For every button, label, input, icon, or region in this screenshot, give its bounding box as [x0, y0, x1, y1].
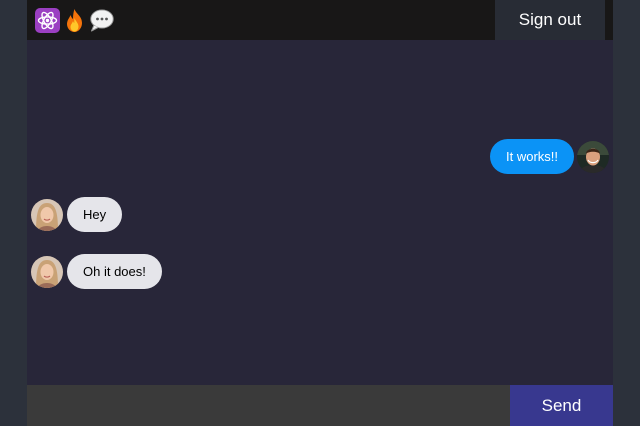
message-bubble: Hey: [67, 197, 123, 232]
message-input[interactable]: [27, 385, 510, 426]
message-list: It works!! Hey Oh it does!: [27, 40, 613, 385]
sign-out-button[interactable]: Sign out: [495, 0, 605, 40]
message-received: Oh it does!: [31, 254, 162, 289]
message-received: Hey: [31, 197, 123, 232]
send-button[interactable]: Send: [510, 385, 613, 426]
male-user-avatar: [577, 140, 609, 173]
atom-icon: [35, 7, 60, 33]
message-bubble: Oh it does!: [67, 254, 162, 289]
chat-app: Sign out It works!! Hey Oh it does! Send: [27, 0, 613, 426]
female-user-avatar: [31, 255, 63, 288]
app-logo: [35, 6, 114, 34]
message-sent: It works!!: [489, 139, 609, 174]
speech-bubble-icon: [90, 9, 114, 31]
app-header: Sign out: [27, 0, 613, 40]
female-user-avatar: [31, 198, 63, 231]
message-bubble: It works!!: [489, 139, 574, 174]
message-composer: Send: [27, 385, 613, 426]
fire-icon: [67, 8, 82, 32]
